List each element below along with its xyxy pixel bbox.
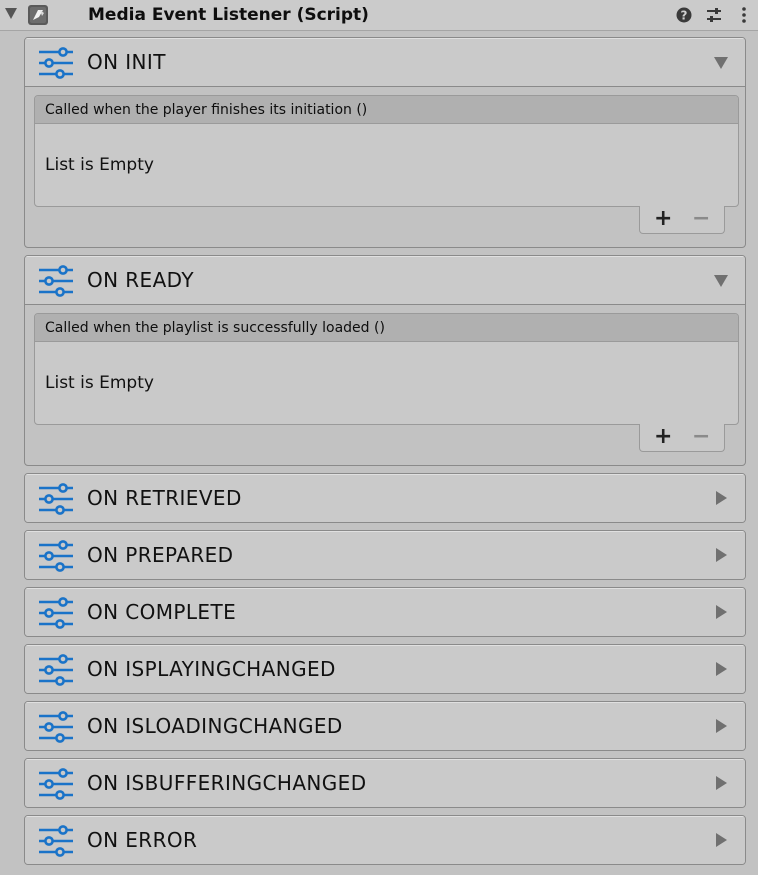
event-signature: Called when the playlist is successfully…	[35, 314, 738, 342]
section-header[interactable]: ON ISBUFFERINGCHANGED	[25, 759, 745, 807]
sliders-icon	[39, 768, 73, 800]
section-header[interactable]: ON ISPLAYINGCHANGED	[25, 645, 745, 693]
expand-arrow-icon[interactable]	[716, 719, 727, 733]
empty-list-text: List is Empty	[45, 155, 154, 175]
expand-arrow-icon[interactable]	[716, 662, 727, 676]
section-header[interactable]: ON PREPARED	[25, 531, 745, 579]
section-header[interactable]: ON INIT	[25, 38, 745, 87]
event-section-on-init: ON INIT Called when the player finishes …	[24, 37, 746, 248]
section-title: ON READY	[87, 268, 194, 292]
event-signature: Called when the player finishes its init…	[35, 96, 738, 124]
section-title: ON INIT	[87, 50, 166, 74]
list-footer: + −	[639, 206, 725, 234]
sliders-icon	[39, 540, 73, 572]
section-header[interactable]: ON READY	[25, 256, 745, 305]
event-section-on-isplayingchanged[interactable]: ON ISPLAYINGCHANGED	[24, 644, 746, 694]
fold-arrow-icon[interactable]	[5, 8, 17, 19]
event-section-on-error[interactable]: ON ERROR	[24, 815, 746, 865]
event-section-on-retrieved[interactable]: ON RETRIEVED	[24, 473, 746, 523]
sliders-icon	[39, 265, 73, 297]
list-footer: + −	[639, 424, 725, 452]
presets-icon[interactable]	[704, 5, 724, 25]
component-title: Media Event Listener (Script)	[88, 5, 369, 25]
expand-arrow-icon[interactable]	[716, 833, 727, 847]
section-header[interactable]: ON COMPLETE	[25, 588, 745, 636]
event-section-on-complete[interactable]: ON COMPLETE	[24, 587, 746, 637]
more-icon[interactable]	[734, 5, 754, 25]
add-listener-button[interactable]: +	[654, 206, 672, 232]
expand-arrow-icon[interactable]	[716, 776, 727, 790]
section-title: ON ERROR	[87, 828, 198, 852]
sliders-icon	[39, 47, 73, 79]
sliders-icon	[39, 483, 73, 515]
expand-arrow-icon[interactable]	[716, 548, 727, 562]
component-header[interactable]: Media Event Listener (Script) ?	[0, 0, 758, 31]
expand-arrow-icon[interactable]	[716, 491, 727, 505]
collapse-arrow-icon[interactable]	[714, 275, 728, 287]
section-title: ON ISLOADINGCHANGED	[87, 714, 343, 738]
unity-event-list: Called when the playlist is successfully…	[34, 313, 739, 425]
sliders-icon	[39, 825, 73, 857]
empty-list-text: List is Empty	[45, 373, 154, 393]
section-header[interactable]: ON RETRIEVED	[25, 474, 745, 522]
event-section-on-prepared[interactable]: ON PREPARED	[24, 530, 746, 580]
section-title: ON COMPLETE	[87, 600, 237, 624]
add-listener-button[interactable]: +	[654, 424, 672, 450]
remove-listener-button[interactable]: −	[692, 424, 710, 450]
sliders-icon	[39, 711, 73, 743]
section-title: ON ISBUFFERINGCHANGED	[87, 771, 367, 795]
unity-event-list: Called when the player finishes its init…	[34, 95, 739, 207]
event-section-on-isbufferingchanged[interactable]: ON ISBUFFERINGCHANGED	[24, 758, 746, 808]
remove-listener-button[interactable]: −	[692, 206, 710, 232]
sliders-icon	[39, 654, 73, 686]
section-header[interactable]: ON ERROR	[25, 816, 745, 864]
script-icon	[28, 5, 48, 25]
section-header[interactable]: ON ISLOADINGCHANGED	[25, 702, 745, 750]
expand-arrow-icon[interactable]	[716, 605, 727, 619]
section-title: ON RETRIEVED	[87, 486, 242, 510]
collapse-arrow-icon[interactable]	[714, 57, 728, 69]
event-section-on-ready: ON READY Called when the playlist is suc…	[24, 255, 746, 466]
help-icon[interactable]: ?	[674, 5, 694, 25]
sliders-icon	[39, 597, 73, 629]
svg-text:?: ?	[681, 9, 688, 23]
section-title: ON PREPARED	[87, 543, 234, 567]
event-section-on-isloadingchanged[interactable]: ON ISLOADINGCHANGED	[24, 701, 746, 751]
section-title: ON ISPLAYINGCHANGED	[87, 657, 336, 681]
